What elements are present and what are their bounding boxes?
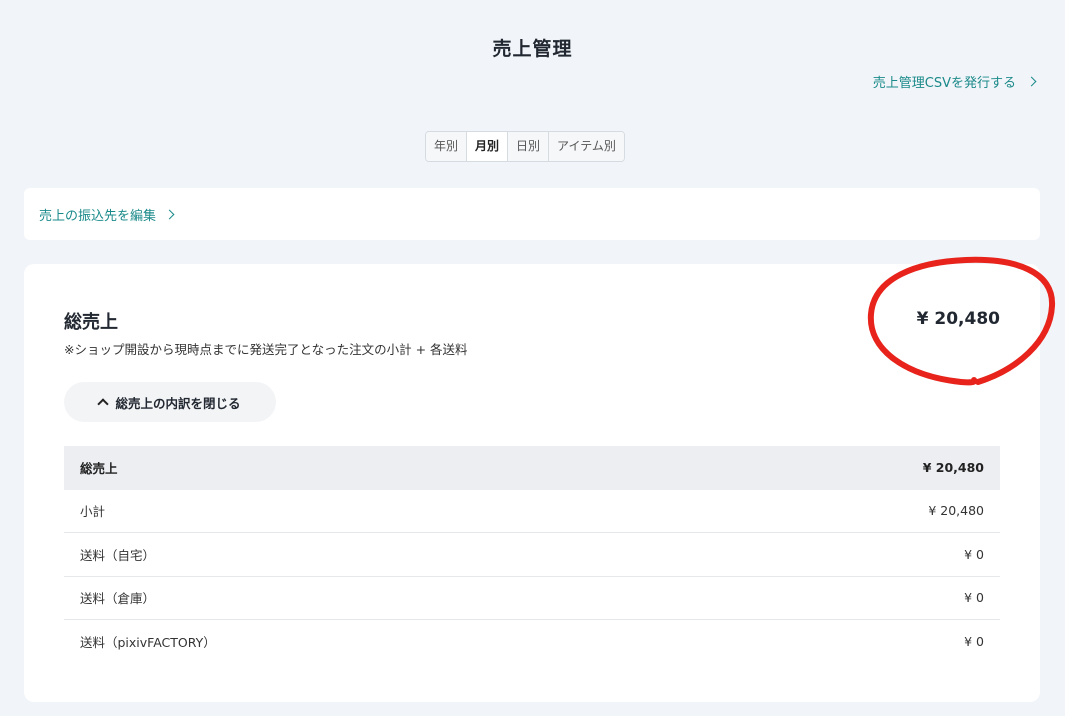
chevron-right-icon [164, 209, 175, 219]
breakdown-row-shipping-home: 送料（自宅） ¥ 0 [64, 533, 1000, 577]
tab-daily[interactable]: 日別 [508, 132, 550, 161]
close-breakdown-label: 総売上の内訳を閉じる [115, 395, 241, 411]
breakdown-label: 送料（pixivFACTORY） [80, 635, 216, 651]
breakdown-row-shipping-factory: 送料（pixivFACTORY） ¥ 0 [64, 620, 1000, 664]
breakdown-label: 送料（倉庫） [80, 591, 156, 607]
breakdown-row-shipping-warehouse: 送料（倉庫） ¥ 0 [64, 577, 1000, 620]
breakdown-label: 送料（自宅） [80, 547, 156, 563]
csv-export-link-label: 売上管理CSVを発行する [872, 76, 1016, 91]
edit-transfer-link[interactable]: 売上の振込先を編集 [39, 205, 175, 224]
period-tabs: 年別 月別 日別 アイテム別 [425, 131, 625, 162]
total-sales-amount: ¥ 20,480 [916, 309, 1000, 329]
transfer-card: 売上の振込先を編集 [24, 188, 1040, 240]
tab-monthly[interactable]: 月別 [467, 132, 509, 161]
page-title: 売上管理 [492, 38, 573, 60]
edit-transfer-link-label: 売上の振込先を編集 [39, 208, 157, 224]
total-sales-card: 総売上 ※ショップ開設から現時点までに発送完了となった注文の小計 + 各送料 ¥… [24, 264, 1040, 702]
tab-by-item[interactable]: アイテム別 [549, 132, 624, 161]
breakdown-value: ¥ 0 [964, 546, 984, 562]
breakdown-value: ¥ 20,480 [922, 460, 984, 476]
close-breakdown-button[interactable]: 総売上の内訳を閉じる [64, 382, 276, 422]
breakdown-row-subtotal: 小計 ¥ 20,480 [64, 490, 1000, 533]
chevron-up-icon [97, 398, 110, 410]
breakdown-label: 総売上 [80, 461, 118, 477]
breakdown-value: ¥ 0 [964, 590, 984, 606]
total-sales-note: ※ショップ開設から現時点までに発送完了となった注文の小計 + 各送料 [64, 342, 468, 357]
breakdown-value: ¥ 0 [964, 634, 984, 650]
breakdown-row-total: 総売上 ¥ 20,480 [64, 446, 1000, 490]
tab-yearly[interactable]: 年別 [426, 132, 468, 161]
breakdown-label: 小計 [80, 504, 106, 520]
breakdown-value: ¥ 20,480 [928, 503, 984, 519]
total-sales-title: 総売上 [64, 312, 118, 333]
chevron-right-icon [1026, 76, 1037, 87]
csv-export-link[interactable]: 売上管理CSVを発行する [872, 72, 1037, 91]
breakdown-table: 総売上 ¥ 20,480 小計 ¥ 20,480 送料（自宅） ¥ 0 送料（倉… [64, 446, 1000, 664]
